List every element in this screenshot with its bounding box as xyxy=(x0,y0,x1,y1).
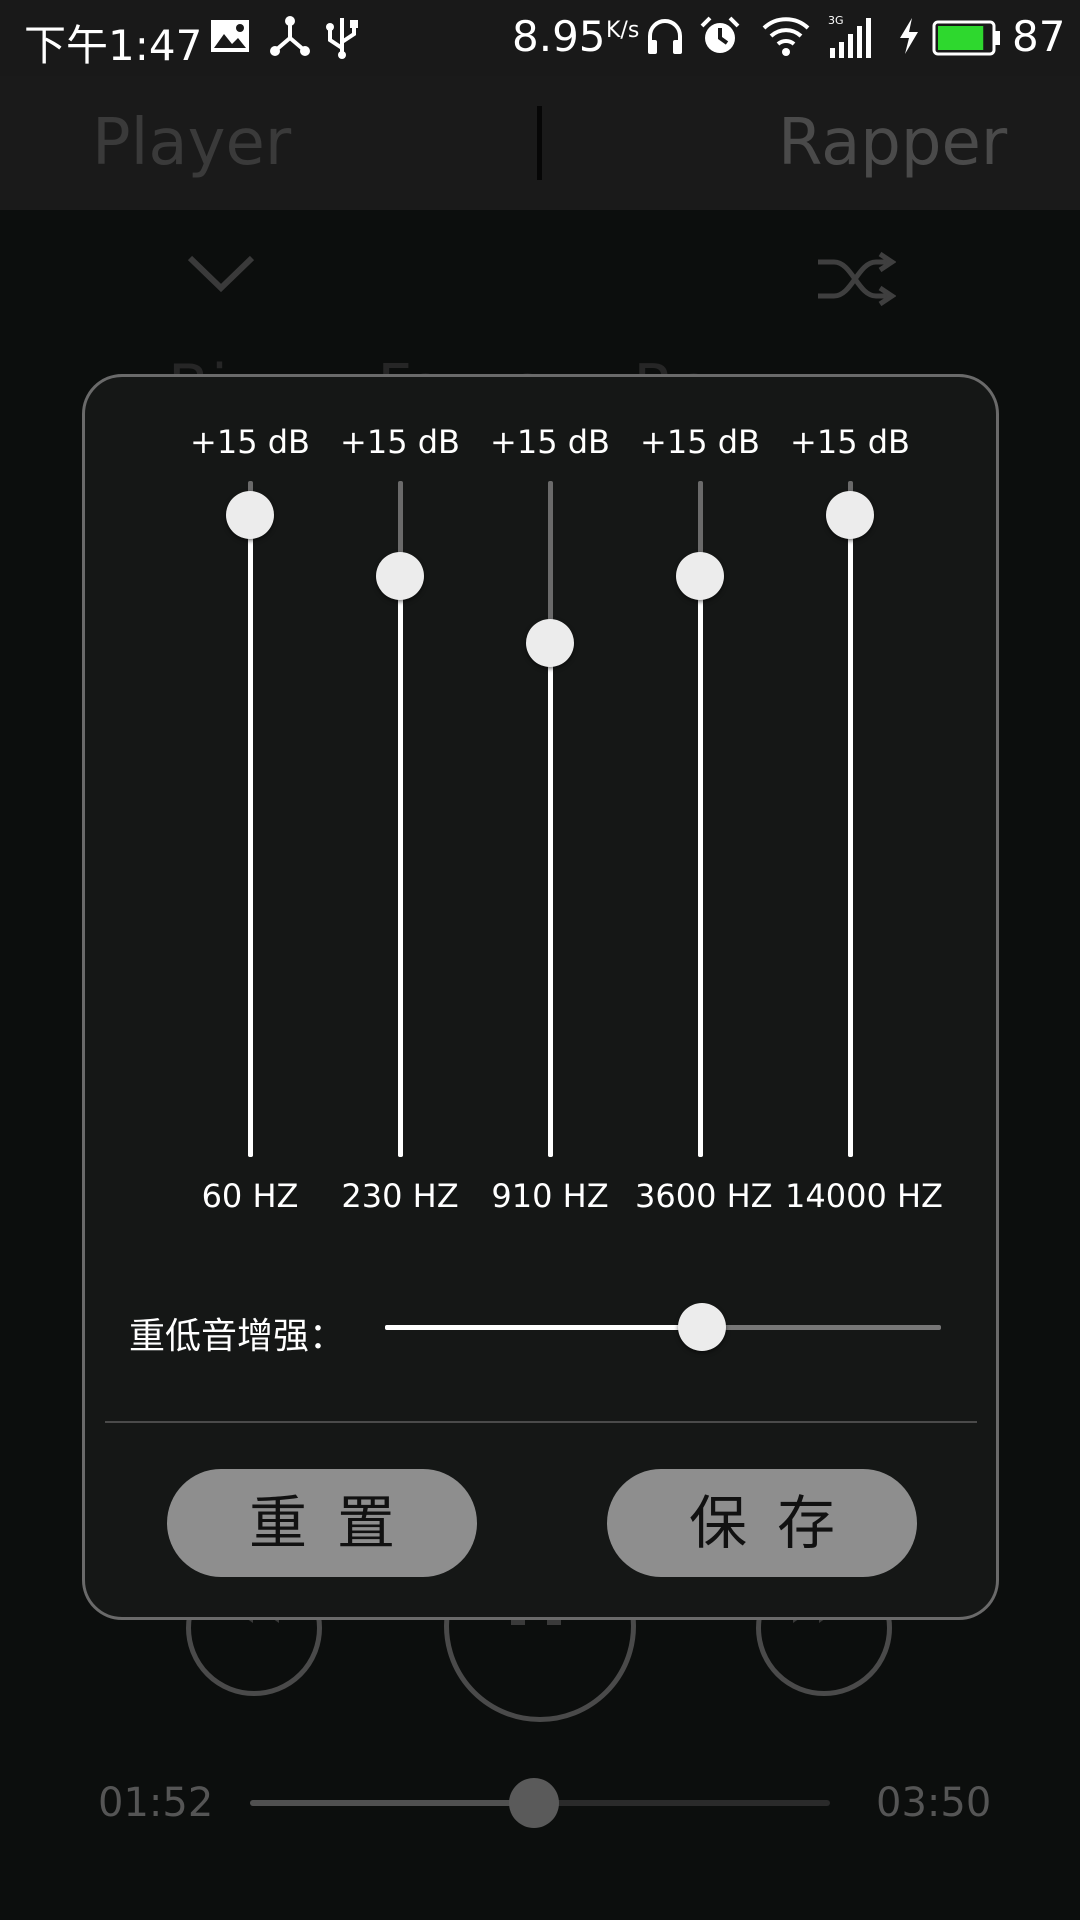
network-speed: 8.95 xyxy=(512,12,606,61)
playback-progress-thumb[interactable] xyxy=(509,1778,560,1828)
reset-button[interactable]: 重置 xyxy=(167,1469,477,1577)
music-player-screen: 下午1:47 8.95 K/s 3G 87 Player Rapper 01:5… xyxy=(0,0,1080,1920)
eq-band-fill xyxy=(848,514,853,1157)
eq-band-fill xyxy=(398,575,403,1157)
eq-band-thumb[interactable] xyxy=(826,490,874,539)
eq-band-db-label: +15 dB xyxy=(790,423,910,461)
shuffle-icon[interactable] xyxy=(816,250,896,308)
eq-band-freq-label: 3600 HZ xyxy=(635,1177,773,1215)
eq-band-slider[interactable] xyxy=(848,481,853,1157)
top-tabs: Player Rapper xyxy=(0,76,1080,210)
eq-band-thumb[interactable] xyxy=(526,619,574,668)
bass-boost-fill xyxy=(385,1325,702,1330)
battery-icon xyxy=(932,20,1000,56)
eq-band-fill xyxy=(248,514,253,1157)
tab-player[interactable]: Player xyxy=(92,106,291,180)
charging-icon xyxy=(900,18,918,54)
bass-boost-thumb[interactable] xyxy=(677,1303,726,1351)
eq-band-thumb[interactable] xyxy=(226,490,274,539)
status-bar: 下午1:47 8.95 K/s 3G 87 xyxy=(0,0,1080,76)
playback-progress[interactable] xyxy=(250,1778,830,1828)
eq-band-thumb[interactable] xyxy=(376,551,424,600)
eq-band-freq-label: 60 HZ xyxy=(201,1177,299,1215)
headphones-icon xyxy=(648,19,682,54)
eq-band-fill xyxy=(548,643,553,1157)
eq-band-db-label: +15 dB xyxy=(190,423,310,461)
alarm-icon xyxy=(700,16,740,53)
eq-band-freq-label: 230 HZ xyxy=(341,1177,459,1215)
signal-icon: 3G xyxy=(828,14,871,58)
playback-progress-fill xyxy=(250,1800,535,1806)
eq-band-db-label: +15 dB xyxy=(340,423,460,461)
network-speed-unit: K/s xyxy=(606,18,640,43)
tab-divider xyxy=(537,106,542,180)
eq-band-freq-label: 14000 HZ xyxy=(785,1177,943,1215)
network-type-label: 3G xyxy=(828,14,844,27)
battery-percent: 87 xyxy=(1012,12,1066,61)
save-button[interactable]: 保存 xyxy=(607,1469,917,1577)
equalizer-dialog: +15 dB 60 HZ +15 dB 230 HZ +15 dB 910 HZ +15 d… xyxy=(82,374,999,1620)
dialog-divider xyxy=(105,1421,977,1423)
image-icon xyxy=(211,20,249,52)
eq-band-db-label: +15 dB xyxy=(490,423,610,461)
wifi-icon xyxy=(762,17,810,56)
usb-icon xyxy=(326,18,358,59)
eq-band-thumb[interactable] xyxy=(676,551,724,600)
bass-boost-label: 重低音增强： xyxy=(129,1316,346,1357)
total-time: 03:50 xyxy=(876,1780,992,1826)
chevron-down-icon[interactable] xyxy=(186,252,256,296)
current-time: 01:52 xyxy=(98,1780,214,1826)
eq-band-fill xyxy=(698,575,703,1157)
eq-band-slider[interactable] xyxy=(548,481,553,1157)
tab-rapper[interactable]: Rapper xyxy=(778,106,1007,180)
share-icon xyxy=(270,16,310,56)
eq-band-slider[interactable] xyxy=(248,481,253,1157)
bass-boost-slider[interactable] xyxy=(385,1303,941,1351)
eq-band-freq-label: 910 HZ xyxy=(491,1177,609,1215)
eq-band-db-label: +15 dB xyxy=(640,423,760,461)
status-time: 下午1:47 xyxy=(24,21,203,70)
